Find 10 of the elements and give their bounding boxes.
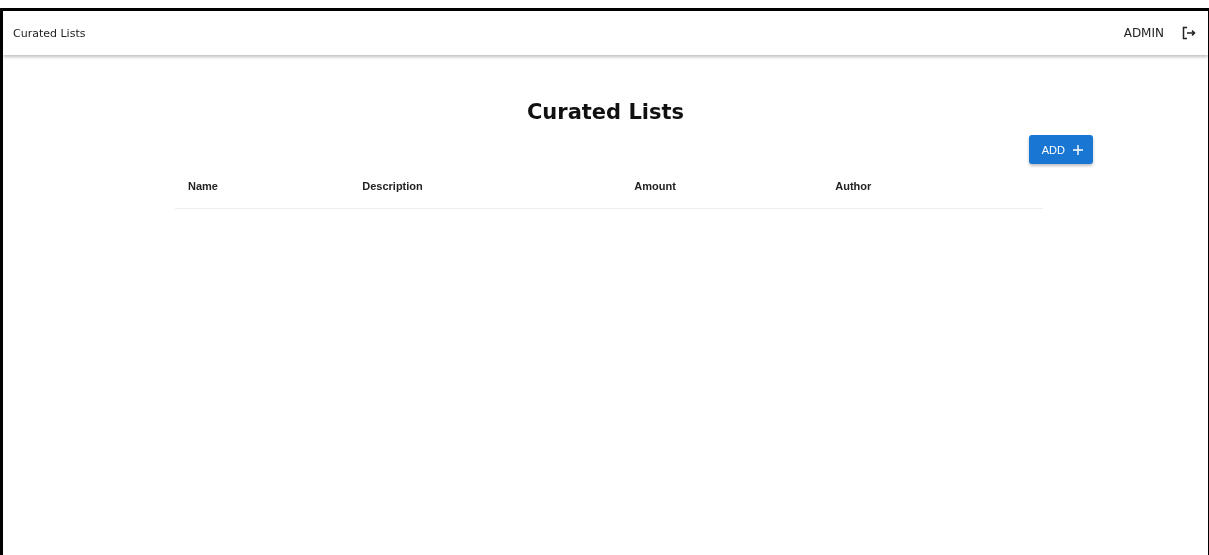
add-button[interactable]: ADD	[1028, 135, 1093, 164]
column-header: Description	[362, 180, 423, 192]
logout-icon[interactable]	[1182, 26, 1196, 40]
column-header: Name	[188, 180, 218, 192]
plus-icon	[1073, 144, 1083, 155]
column-header: Author	[835, 180, 872, 192]
app-title: Curated Lists	[13, 26, 87, 40]
user-name: ADMIN	[1123, 26, 1164, 40]
column-header: Amount	[634, 180, 676, 192]
page-heading: Curated Lists	[525, 99, 686, 125]
